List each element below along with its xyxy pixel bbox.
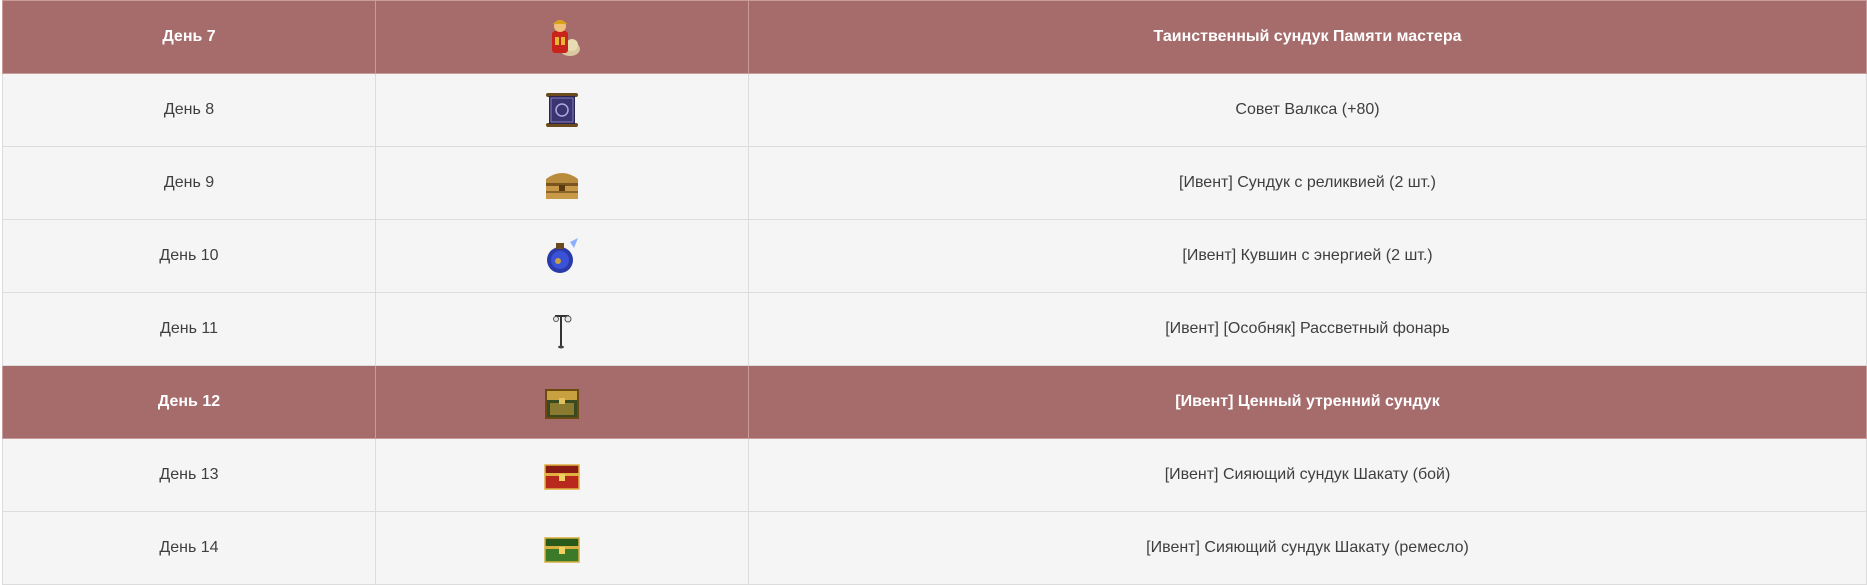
day-cell: День 11 xyxy=(2,292,376,366)
icon-cell xyxy=(375,292,749,366)
icon-cell xyxy=(375,73,749,147)
icon-cell xyxy=(375,511,749,585)
gift-character-icon xyxy=(540,15,584,59)
day-cell: День 10 xyxy=(2,219,376,293)
icon-cell xyxy=(375,146,749,220)
table-row: День 13 [Ивент] Сияющий сундук Шакату (б… xyxy=(2,438,1867,512)
day-cell: День 9 xyxy=(2,146,376,220)
reward-cell: [Ивент] Сундук с реликвией (2 шт.) xyxy=(748,146,1867,220)
icon-cell xyxy=(375,438,749,512)
street-lamp-icon xyxy=(540,307,584,351)
table-row: День 12 [Ивент] Ценный утренний сундук xyxy=(2,365,1867,439)
daily-rewards-table: День 7 Таинственный сундук Памяти мастер… xyxy=(2,0,1867,585)
reward-cell: Совет Валкса (+80) xyxy=(748,73,1867,147)
reward-cell: Таинственный сундук Памяти мастера xyxy=(748,0,1867,74)
day-cell: День 7 xyxy=(2,0,376,74)
energy-jug-icon xyxy=(540,234,584,278)
morning-chest-icon xyxy=(540,380,584,424)
reward-cell: [Ивент] Ценный утренний сундук xyxy=(748,365,1867,439)
table-row: День 14 [Ивент] Сияющий сундук Шакату (р… xyxy=(2,511,1867,585)
table-row: День 10 [Ивент] Кувшин с энергией (2 шт.… xyxy=(2,219,1867,293)
table-row: День 9 [Ивент] Сундук с реликвией (2 шт.… xyxy=(2,146,1867,220)
green-chest-icon xyxy=(540,526,584,570)
day-cell: День 12 xyxy=(2,365,376,439)
reward-cell: [Ивент] Сияющий сундук Шакату (бой) xyxy=(748,438,1867,512)
scroll-icon xyxy=(540,88,584,132)
rewards-page: День 7 Таинственный сундук Памяти мастер… xyxy=(0,0,1867,585)
icon-cell xyxy=(375,219,749,293)
day-cell: День 13 xyxy=(2,438,376,512)
day-cell: День 14 xyxy=(2,511,376,585)
table-row: День 7 Таинственный сундук Памяти мастер… xyxy=(2,0,1867,74)
icon-cell xyxy=(375,365,749,439)
table-row: День 11 [Ивент] [Особняк] Рассветный фон… xyxy=(2,292,1867,366)
icon-cell xyxy=(375,0,749,74)
relic-chest-icon xyxy=(540,161,584,205)
red-chest-icon xyxy=(540,453,584,497)
reward-cell: [Ивент] Кувшин с энергией (2 шт.) xyxy=(748,219,1867,293)
reward-cell: [Ивент] [Особняк] Рассветный фонарь xyxy=(748,292,1867,366)
reward-cell: [Ивент] Сияющий сундук Шакату (ремесло) xyxy=(748,511,1867,585)
table-row: День 8 Совет Валкса (+80) xyxy=(2,73,1867,147)
day-cell: День 8 xyxy=(2,73,376,147)
